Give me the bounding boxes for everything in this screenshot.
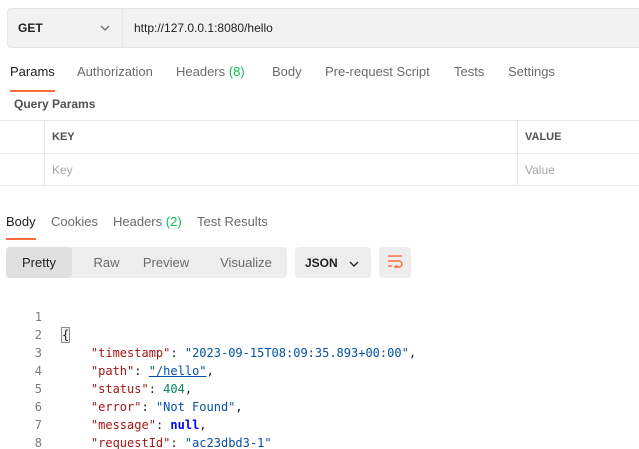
tab-tests[interactable]: Tests [454, 62, 484, 92]
tab-label: Headers [113, 214, 163, 229]
value-input[interactable]: Value [517, 154, 639, 185]
tab-label: Cookies [51, 214, 98, 229]
view-pretty-button[interactable]: Pretty [6, 247, 72, 278]
tab-label: Tests [454, 64, 485, 79]
tab-test-results[interactable]: Test Results [197, 214, 268, 240]
chevron-down-icon [349, 256, 359, 270]
json-value: "Not Found" [155, 400, 236, 414]
wrap-lines-icon [387, 254, 403, 271]
format-label: JSON [305, 255, 338, 270]
headers-count: (8) [228, 64, 245, 79]
tab-label: Headers [176, 64, 226, 79]
row-handle-cell [0, 121, 44, 153]
view-mode-group: Pretty Raw Preview Visualize [6, 247, 287, 278]
json-value: 404 [163, 382, 185, 396]
table-header-row: KEY VALUE [0, 120, 639, 153]
tab-label: Authorization [77, 64, 153, 79]
tab-response-body[interactable]: Body [6, 214, 36, 240]
json-key: "path" [90, 364, 135, 378]
tab-cookies[interactable]: Cookies [51, 214, 98, 240]
json-value: "2023-09-15T08:09:35.893+00:00" [184, 346, 409, 360]
query-params-title: Query Params [14, 97, 96, 111]
view-preview-button[interactable]: Preview [134, 247, 198, 278]
url-input[interactable]: http://127.0.0.1:8080/hello [123, 21, 273, 35]
code-line: 5 "error": "Not Found", [0, 362, 243, 414]
tab-label: Body [272, 64, 302, 79]
view-visualize-button[interactable]: Visualize [206, 247, 286, 278]
tab-body[interactable]: Body [272, 62, 302, 92]
view-raw-button[interactable]: Raw [79, 247, 134, 278]
chevron-down-icon [100, 23, 110, 33]
code-line: 2 "timestamp": "2023-09-15T08:09:35.893+… [0, 308, 416, 360]
query-params-table: KEY VALUE Key Value [0, 120, 639, 186]
open-brace: { [60, 327, 71, 343]
json-key: "error" [90, 400, 142, 414]
tab-label: Body [6, 214, 36, 229]
row-checkbox-cell [0, 154, 44, 185]
tab-label: Settings [508, 64, 555, 79]
json-key: "requestId" [90, 436, 171, 449]
value-column-header: VALUE [517, 121, 639, 153]
line-number: 8 [34, 436, 42, 449]
tab-pre-request-script[interactable]: Pre-request Script [325, 62, 430, 92]
tab-label: Params [10, 64, 55, 79]
json-value: null [170, 418, 200, 432]
format-select[interactable]: JSON [295, 247, 371, 278]
key-input[interactable]: Key [44, 154, 517, 185]
code-line: 8 } [0, 416, 42, 449]
json-key: "status" [90, 382, 149, 396]
code-line: 3 "path": "/hello", [0, 326, 214, 378]
code-line: 6 "message": null, [0, 380, 207, 432]
request-url-bar: GET http://127.0.0.1:8080/hello [7, 8, 639, 48]
tab-response-headers[interactable]: Headers (2) [113, 214, 182, 240]
tab-settings[interactable]: Settings [508, 62, 555, 92]
code-line: 4 "status": 404, [0, 344, 192, 396]
json-value-link[interactable]: "/hello" [149, 364, 207, 378]
tab-headers[interactable]: Headers (8) [176, 62, 245, 92]
tab-params[interactable]: Params [10, 62, 55, 92]
headers-count: (2) [165, 214, 182, 229]
json-value: "ac23dbd3-1" [184, 436, 272, 449]
key-column-header: KEY [44, 121, 517, 153]
method-select[interactable]: GET [8, 9, 123, 47]
code-line: 7 "requestId": "ac23dbd3-1" [0, 398, 272, 449]
wrap-lines-button[interactable] [379, 247, 411, 278]
tab-label: Test Results [197, 214, 268, 229]
tab-label: Pre-request Script [325, 64, 430, 79]
json-key: "timestamp" [90, 346, 171, 360]
code-line: 1 { [0, 290, 71, 343]
table-row: Key Value [0, 153, 639, 186]
response-body-code: 1 { 2 "timestamp": "2023-09-15T08:09:35.… [0, 290, 416, 449]
tab-authorization[interactable]: Authorization [77, 62, 153, 92]
method-label: GET [18, 21, 43, 35]
json-key: "message" [90, 418, 156, 432]
